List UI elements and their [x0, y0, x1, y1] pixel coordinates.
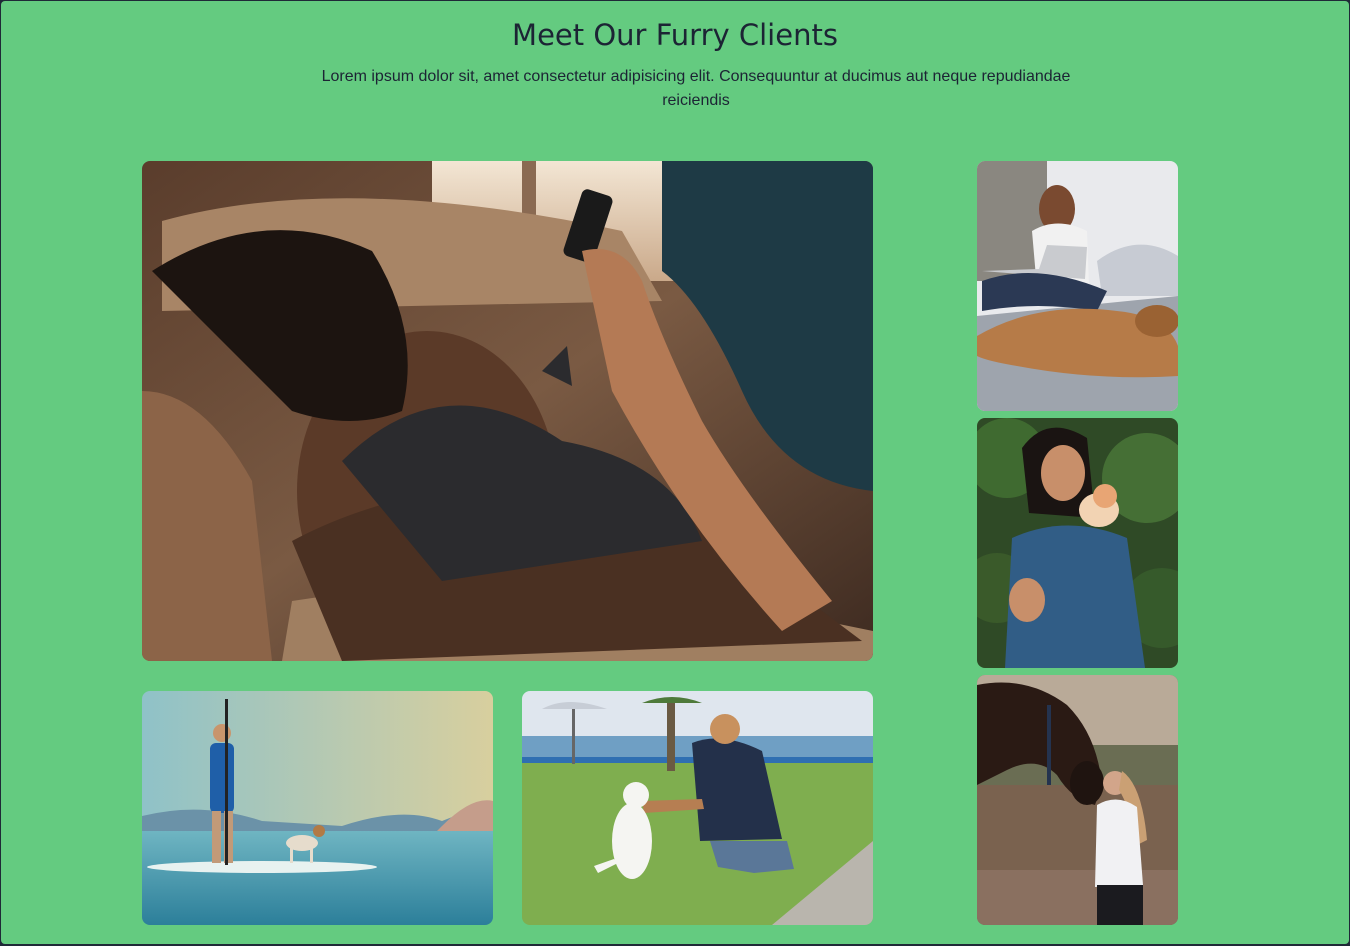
photo-kitten-shoulder[interactable]: [977, 418, 1178, 668]
page-subtitle: Lorem ipsum dolor sit, amet consectetur …: [321, 68, 1071, 109]
photo-paddleboard-dog-image: [142, 691, 493, 925]
photo-horse-kiss[interactable]: [977, 675, 1178, 925]
photo-man-with-white-cat-image: [522, 691, 873, 925]
photo-kitten-shoulder-image: [977, 418, 1178, 668]
photo-laptop-dog-image: [977, 161, 1178, 411]
page-title: Meet Our Furry Clients: [512, 18, 838, 52]
photo-horse-kiss-image: [977, 675, 1178, 925]
photo-man-with-cat[interactable]: [142, 161, 873, 661]
photo-man-with-cat-image: [142, 161, 873, 661]
page-container: Meet Our Furry Clients Lorem ipsum dolor…: [1, 1, 1349, 944]
photo-paddleboard-dog[interactable]: [142, 691, 493, 925]
photo-man-with-white-cat[interactable]: [522, 691, 873, 925]
photo-laptop-dog[interactable]: [977, 161, 1178, 411]
